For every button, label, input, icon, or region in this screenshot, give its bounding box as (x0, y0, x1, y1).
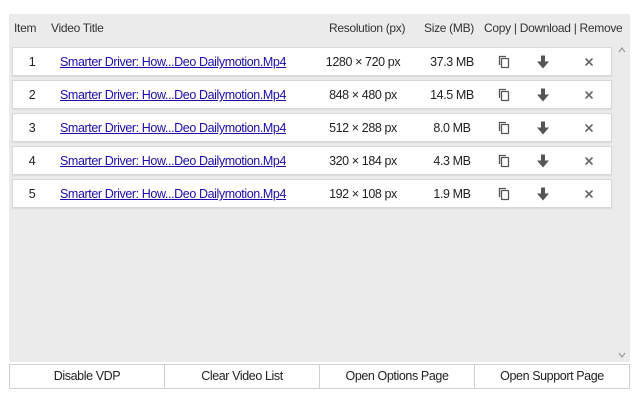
header-item: Item (14, 21, 37, 35)
copy-icon[interactable] (496, 87, 512, 103)
open-options-page-button[interactable]: Open Options Page (319, 364, 474, 389)
video-title-link[interactable]: Smarter Driver: How...Deo Dailymotion.Mp… (60, 187, 286, 201)
row-resolution: 512 × 288 px (329, 121, 397, 135)
close-icon[interactable] (581, 120, 597, 136)
row-item-number: 4 (28, 154, 36, 168)
download-arrow-icon[interactable] (535, 87, 551, 103)
row-item-number: 3 (28, 121, 36, 135)
header-actions: Copy | Download | Remove (484, 21, 623, 35)
video-list-panel: Item Video Title Resolution (px) Size (M… (9, 14, 630, 362)
close-icon[interactable] (581, 87, 597, 103)
row-item-number: 1 (28, 55, 36, 69)
copy-icon[interactable] (496, 153, 512, 169)
header-video-title: Video Title (51, 21, 104, 35)
row-size: 37.3 MB (430, 55, 474, 69)
table-row: 5 Smarter Driver: How...Deo Dailymotion.M… (12, 179, 612, 208)
row-resolution: 192 × 108 px (329, 187, 397, 201)
download-arrow-icon[interactable] (535, 186, 551, 202)
chevron-up-icon[interactable] (617, 45, 627, 55)
table-row: 3 Smarter Driver: How...Deo Dailymotion.M… (12, 113, 612, 142)
row-item-number: 5 (28, 187, 36, 201)
close-icon[interactable] (581, 54, 597, 70)
clear-video-list-button[interactable]: Clear Video List (164, 364, 319, 389)
header-resolution: Resolution (px) (329, 21, 406, 35)
disable-vdp-button[interactable]: Disable VDP (9, 364, 164, 389)
row-size: 8.0 MB (433, 121, 471, 135)
close-icon[interactable] (581, 153, 597, 169)
header-size: Size (MB) (424, 21, 474, 35)
video-title-link[interactable]: Smarter Driver: How...Deo Dailymotion.Mp… (60, 154, 286, 168)
download-arrow-icon[interactable] (535, 120, 551, 136)
row-resolution: 1280 × 720 px (325, 55, 401, 69)
video-title-link[interactable]: Smarter Driver: How...Deo Dailymotion.Mp… (60, 88, 286, 102)
row-size: 14.5 MB (430, 88, 474, 102)
video-title-link[interactable]: Smarter Driver: How...Deo Dailymotion.Mp… (60, 121, 286, 135)
row-resolution: 320 × 184 px (329, 154, 397, 168)
chevron-down-icon[interactable] (617, 350, 627, 360)
close-icon[interactable] (581, 186, 597, 202)
row-resolution: 848 × 480 px (329, 88, 397, 102)
copy-icon[interactable] (496, 186, 512, 202)
copy-icon[interactable] (496, 54, 512, 70)
download-arrow-icon[interactable] (535, 54, 551, 70)
open-support-page-button[interactable]: Open Support Page (474, 364, 630, 389)
table-row: 2 Smarter Driver: How...Deo Dailymotion.M… (12, 80, 612, 109)
copy-icon[interactable] (496, 120, 512, 136)
download-arrow-icon[interactable] (535, 153, 551, 169)
row-size: 1.9 MB (433, 187, 471, 201)
row-item-number: 2 (28, 88, 36, 102)
table-header: Item Video Title Resolution (px) Size (M… (9, 14, 630, 42)
video-title-link[interactable]: Smarter Driver: How...Deo Dailymotion.Mp… (60, 55, 286, 69)
row-size: 4.3 MB (433, 154, 471, 168)
table-row: 4 Smarter Driver: How...Deo Dailymotion.M… (12, 146, 612, 175)
footer-toolbar: Disable VDP Clear Video List Open Option… (9, 364, 630, 389)
table-row: 1 Smarter Driver: How...Deo Dailymotion.M… (12, 47, 612, 76)
